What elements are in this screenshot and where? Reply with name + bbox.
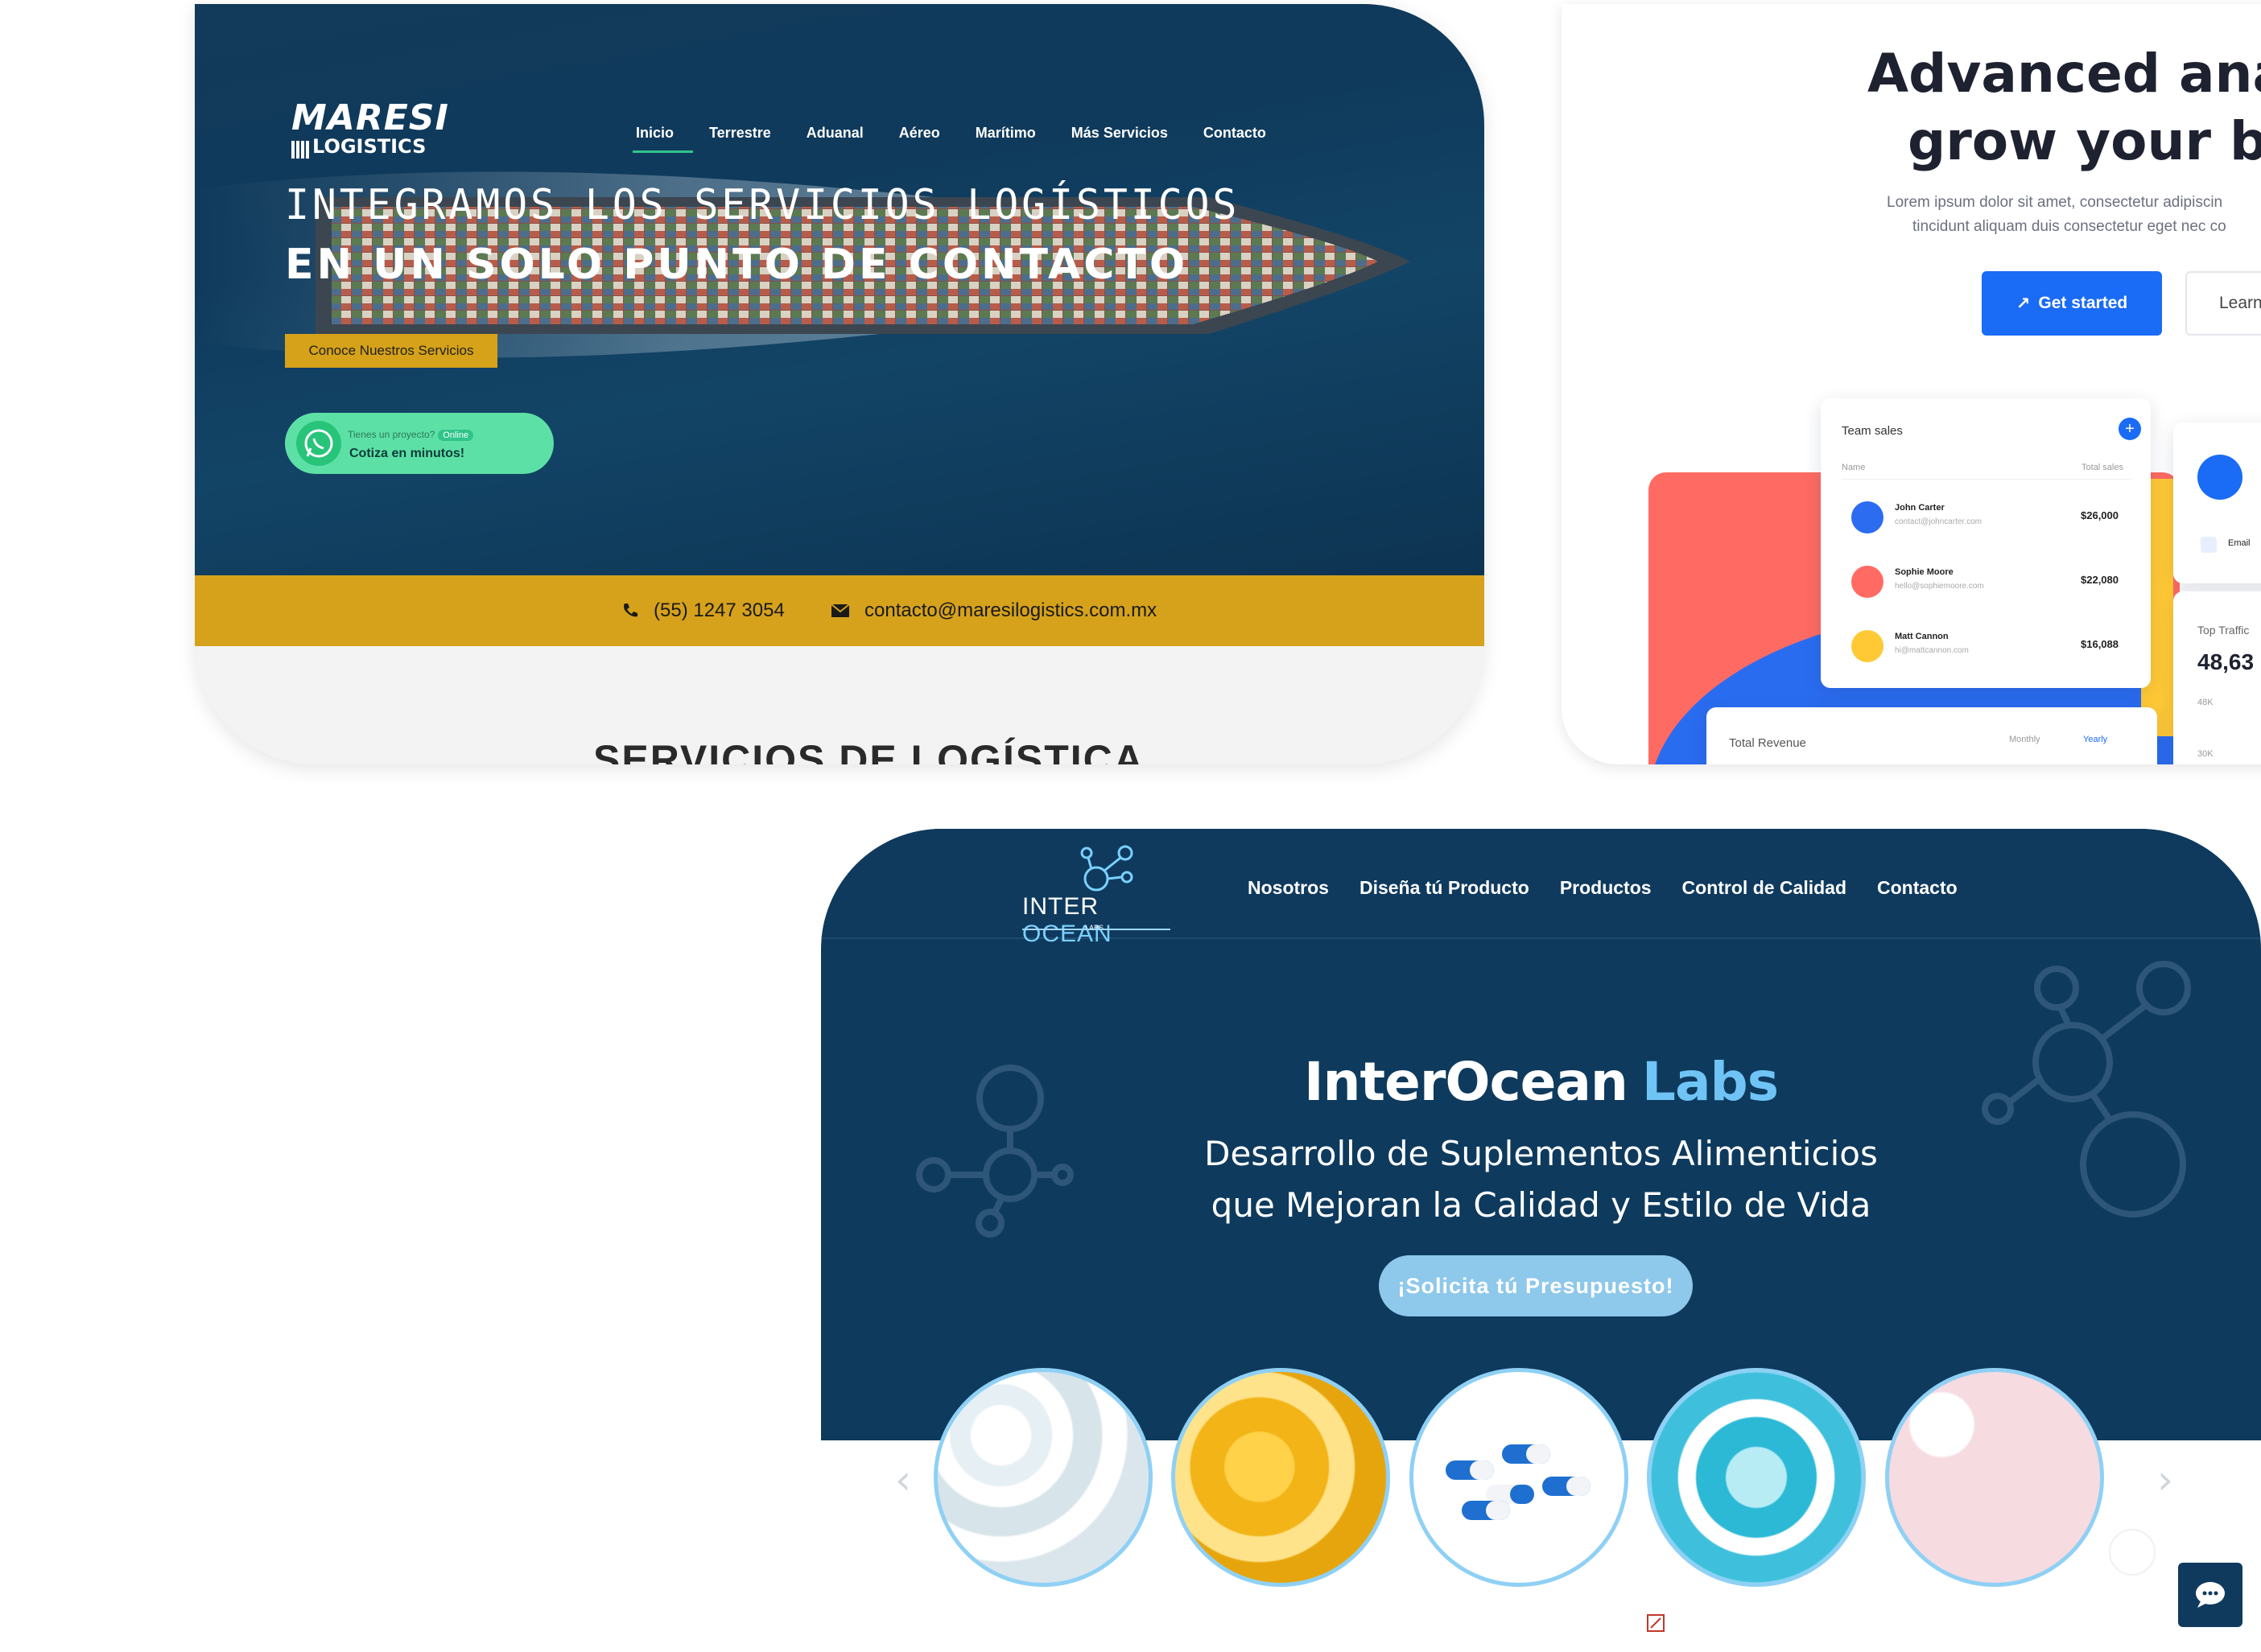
nav-disena-producto[interactable]: Diseña tú Producto (1359, 877, 1529, 899)
top-traffic-card: Top Traffic 48,63 48K 30K (2173, 591, 2261, 764)
carousel-dot[interactable] (2109, 1529, 2156, 1576)
table-row: Sophie Moore hello@sophiemoore.com $22,0… (1851, 559, 2133, 608)
services-section-title: SERVICIOS DE LOGÍSTICA (593, 737, 1145, 764)
maresi-main-nav: Inicio Terrestre Aduanal Aéreo Marítimo … (632, 125, 1302, 153)
mail-icon (2201, 537, 2217, 553)
nav-maritimo[interactable]: Marítimo (976, 125, 1036, 153)
team-sales-card: Team sales + Name Total sales John Carter… (1821, 398, 2151, 688)
product-image-white-tablets[interactable] (934, 1368, 1153, 1587)
get-started-button[interactable]: ↗ Get started (1982, 271, 2162, 336)
whatsapp-quote-button[interactable]: Tienes un proyecto? Online Cotiza en minu… (285, 413, 554, 474)
maresi-website-card: MARESI LOGISTICS Inicio Terrestre Aduana… (195, 4, 1484, 764)
whatsapp-prompt: Tienes un proyecto? Online (348, 429, 474, 441)
interocean-hero-title: InterOcean Labs (1303, 1051, 1779, 1113)
nav-terrestre[interactable]: Terrestre (709, 125, 771, 153)
phone-icon (624, 604, 637, 617)
nav-productos[interactable]: Productos (1560, 877, 1652, 899)
nav-inicio[interactable]: Inicio (632, 125, 694, 153)
nav-nosotros[interactable]: Nosotros (1248, 877, 1329, 899)
request-quote-button[interactable]: ¡Solicita tú Presupuesto! (1379, 1255, 1693, 1316)
analytics-headline-line1: Advanced anal (1867, 43, 2261, 105)
avatar (1851, 501, 1883, 534)
logo-sub: LABS (1085, 924, 1104, 932)
online-badge: Online (438, 430, 474, 441)
interocean-hero-subtitle: Desarrollo de Suplementos Alimenticios q… (1204, 1134, 1878, 1225)
table-row: John Carter contact@johncarter.com $26,0… (1851, 495, 2133, 543)
team-sales-title: Team sales (1842, 424, 1903, 438)
contact-strip: (55) 1247 3054 contacto@maresilogistics.… (195, 575, 1484, 646)
logo-stripes (291, 141, 311, 159)
envelope-icon (831, 604, 850, 617)
nav-aduanal[interactable]: Aduanal (807, 125, 864, 153)
nav-control-calidad[interactable]: Control de Calidad (1682, 877, 1846, 899)
analytics-description: Lorem ipsum dolor sit amet, consectetur … (1887, 194, 2226, 235)
arrow-up-right-icon: ↗ (2016, 294, 2031, 313)
product-image-pink-pills[interactable] (1885, 1368, 2104, 1587)
avatar (1851, 630, 1883, 662)
hero-background (195, 4, 1484, 575)
email-contact[interactable]: contacto@maresilogistics.com.mx (831, 599, 1157, 622)
team-sales-header: Name Total sales (1842, 463, 2131, 480)
analytics-headline-line2: grow your bu (1908, 110, 2261, 172)
nav-contacto[interactable]: Contacto (1203, 125, 1266, 153)
learn-more-button[interactable]: Learn (2185, 271, 2261, 336)
add-icon[interactable]: + (2119, 418, 2141, 440)
whatsapp-cta-text: Cotiza en minutos! (349, 447, 465, 460)
whatsapp-icon (296, 421, 341, 466)
interocean-website-card: INTER OCEAN LABS Nosotros Diseña tú Prod… (821, 829, 2261, 1652)
profile-card: Email (2173, 422, 2261, 583)
avatar (1851, 566, 1883, 598)
hero-headline-line2: EN UN SOLO PUNTO DE CONTACTO (285, 241, 1189, 289)
small-badge-icon (1646, 1613, 1665, 1633)
chat-bubble-icon (2196, 1582, 2225, 1608)
chat-widget-button[interactable] (2178, 1563, 2242, 1627)
analytics-website-card: Advanced anal grow your bu Lorem ipsum d… (1562, 4, 2261, 764)
table-row: Matt Cannon hi@mattcannon.com $16,088 (1851, 624, 2133, 672)
hero-headline-line1: INTEGRAMOS LOS SERVICIOS LOGÍSTICOS (285, 181, 1240, 229)
interocean-main-nav: Nosotros Diseña tú Producto Productos Co… (1248, 877, 1988, 899)
product-image-cyan-capsules[interactable] (1647, 1368, 1866, 1587)
interocean-logo[interactable]: INTER OCEAN LABS (1022, 845, 1183, 947)
product-image-blue-capsules[interactable] (1409, 1368, 1628, 1587)
interocean-header: INTER OCEAN LABS Nosotros Diseña tú Prod… (821, 829, 2261, 947)
monthly-toggle[interactable]: Monthly (2009, 735, 2040, 744)
phone-contact[interactable]: (55) 1247 3054 (621, 599, 785, 622)
nav-mas-servicios[interactable]: Más Servicios (1071, 125, 1168, 153)
avatar (2197, 455, 2242, 500)
logo-wordmark: INTER OCEAN (1022, 893, 1112, 947)
services-cta-button[interactable]: Conoce Nuestros Servicios (285, 334, 497, 368)
logo-underline (1022, 929, 1170, 930)
nav-contacto[interactable]: Contacto (1877, 877, 1958, 899)
carousel-prev-arrow[interactable]: ‹ (895, 1456, 911, 1503)
yearly-toggle[interactable]: Yearly (2083, 735, 2107, 744)
carousel-next-arrow[interactable]: › (2157, 1456, 2173, 1503)
product-image-softgels[interactable] (1171, 1368, 1390, 1587)
total-revenue-card: Total Revenue Monthly Yearly (1706, 707, 2157, 764)
maresi-logo[interactable]: MARESI LOGISTICS (291, 101, 449, 159)
nav-aereo[interactable]: Aéreo (899, 125, 940, 153)
